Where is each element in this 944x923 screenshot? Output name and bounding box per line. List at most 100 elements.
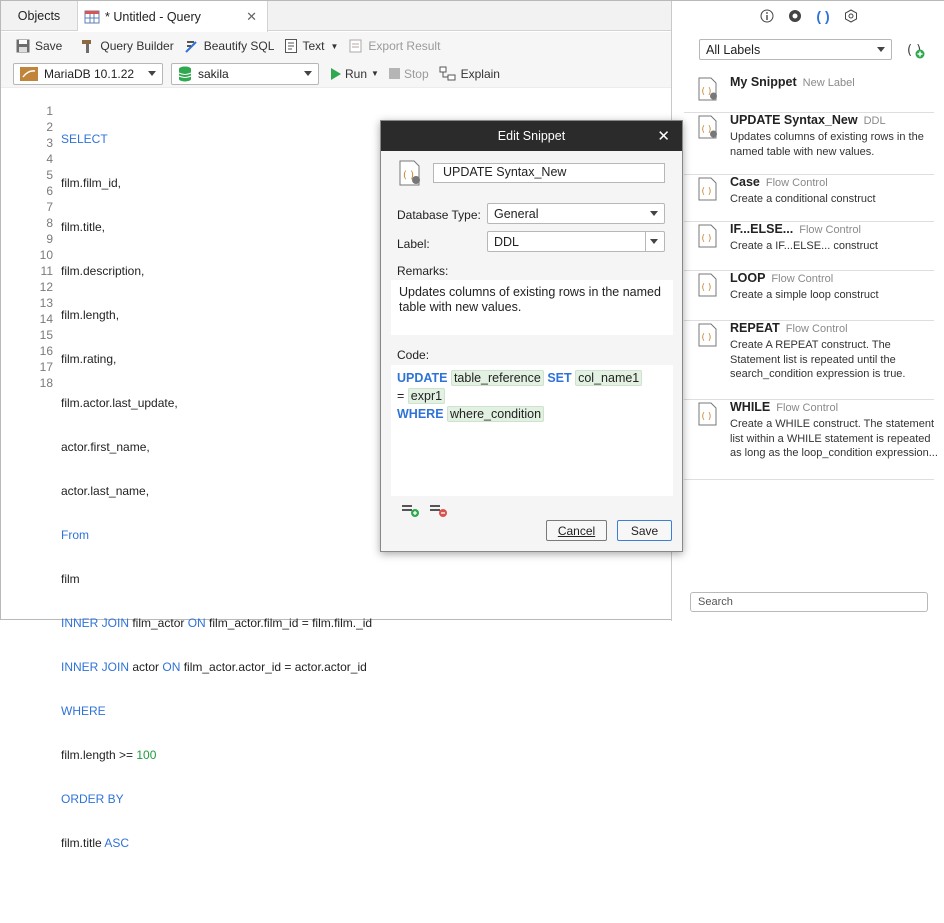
hexagon-icon[interactable] xyxy=(843,8,859,24)
placeholder-expr1[interactable]: expr1 xyxy=(407,388,446,404)
placeholder-where-condition[interactable]: where_condition xyxy=(447,406,545,422)
database-select[interactable]: sakila xyxy=(171,62,319,85)
code-line: INNER JOIN actor ON film_actor.actor_id … xyxy=(61,660,367,674)
snippet-item[interactable]: ( ) UPDATE Syntax_New DDL Updates columns o… xyxy=(684,113,934,175)
code-line: film.actor.last_update, xyxy=(61,396,178,410)
placeholder-table-reference[interactable]: table_reference xyxy=(450,370,544,386)
beautify-label: Beautify SQL xyxy=(203,39,275,53)
code-line: film.length, xyxy=(61,308,120,322)
snippet-panel: ( ) All Labels ( ) ( ) My Snippet New Labe… xyxy=(671,1,944,621)
run-button[interactable]: Run ▼ xyxy=(331,67,379,81)
snippet-title-text: REPEAT xyxy=(730,321,780,335)
beautify-sql-button[interactable]: Beautify SQL xyxy=(184,38,275,54)
eye-icon[interactable] xyxy=(787,8,803,24)
dialog-save-button[interactable]: Save xyxy=(617,520,672,541)
label-select[interactable]: DDL xyxy=(487,231,665,252)
snippet-label: DDL xyxy=(863,115,886,127)
line-number: 17 xyxy=(39,360,53,374)
save-button[interactable]: Save xyxy=(15,38,62,54)
code-line: film xyxy=(61,572,80,586)
database-type-value: General xyxy=(494,206,539,221)
database-icon xyxy=(178,66,192,81)
chevron-down-icon xyxy=(650,239,658,244)
text-label: Text xyxy=(302,39,325,53)
snippet-item[interactable]: ( ) LOOP Flow Control Create a simple loop … xyxy=(684,271,934,321)
line-number: 6 xyxy=(46,184,53,198)
line-number: 8 xyxy=(46,216,53,230)
svg-text:( ): ( ) xyxy=(702,187,712,197)
code-line: film.rating, xyxy=(61,352,117,366)
line-number: 10 xyxy=(39,248,53,262)
cancel-button[interactable]: Cancel xyxy=(546,520,607,541)
explain-icon xyxy=(439,66,456,80)
database-type-select[interactable]: General xyxy=(487,203,665,224)
snippet-item[interactable]: ( ) IF...ELSE... Flow Control Create a IF..… xyxy=(684,222,934,271)
code-line: WHERE where_condition xyxy=(397,405,667,423)
svg-text:( ): ( ) xyxy=(702,234,712,244)
dialog-save-label: Save xyxy=(630,523,659,538)
snippet-title-text: LOOP xyxy=(730,271,766,285)
close-icon[interactable]: ✕ xyxy=(657,127,670,145)
line-number: 5 xyxy=(46,168,53,182)
beautify-icon xyxy=(185,41,197,53)
explain-label: Explain xyxy=(460,66,500,81)
run-label: Run xyxy=(345,66,368,81)
query-builder-button[interactable]: Query Builder xyxy=(80,38,174,54)
add-snippet-icon[interactable]: ( ) xyxy=(906,40,926,63)
code-textarea[interactable]: UPDATE table_reference SET col_name1 = e… xyxy=(391,365,673,496)
tab-objects[interactable]: Objects xyxy=(1,1,78,31)
tab-query[interactable]: * Untitled - Query ✕ xyxy=(78,1,268,32)
code-line: UPDATE table_reference SET col_name1 xyxy=(397,369,667,387)
svg-text:( ): ( ) xyxy=(702,412,712,422)
text-menu-button[interactable]: Text ▼ xyxy=(284,38,338,54)
snippet-label: Flow Control xyxy=(771,273,834,285)
snippet-title: My Snippet New Label xyxy=(730,75,855,89)
snippet-item[interactable]: ( ) WHILE Flow Control Create a WHILE const… xyxy=(684,400,938,480)
snippet-description: Updates columns of existing rows in the … xyxy=(730,131,924,158)
snippet-file-icon: ( ) xyxy=(698,77,718,104)
svg-text:( ): ( ) xyxy=(702,333,712,343)
label-filter-select[interactable]: All Labels xyxy=(699,39,892,60)
export-result-button[interactable]: Export Result xyxy=(348,38,440,54)
snippet-title-text: IF...ELSE... xyxy=(730,222,794,236)
keyword-where: WHERE xyxy=(397,407,444,421)
export-label: Export Result xyxy=(368,39,441,53)
placeholder-col-name1[interactable]: col_name1 xyxy=(575,370,643,386)
snippet-item[interactable]: ( ) Case Flow Control Create a conditional … xyxy=(684,175,934,222)
app-window: Objects * Untitled - Query ✕ Save Query … xyxy=(0,0,944,850)
code-line: INNER JOIN film_actor ON film_actor.film… xyxy=(61,616,373,630)
line-number: 1 xyxy=(46,104,53,118)
stop-button[interactable]: Stop xyxy=(388,67,429,81)
close-tab-icon[interactable]: ✕ xyxy=(246,9,257,25)
line-number: 11 xyxy=(40,264,53,278)
sql-code[interactable]: SELECT film.film_id, film.title, film.de… xyxy=(61,103,372,923)
snippet-tab-icon[interactable]: ( ) xyxy=(815,8,831,24)
search-input[interactable]: Search xyxy=(690,592,928,612)
query-builder-label: Query Builder xyxy=(100,39,174,53)
info-icon[interactable] xyxy=(759,8,775,24)
snippet-description: Create A REPEAT construct. The Statement… xyxy=(730,339,906,380)
add-placeholder-icon[interactable] xyxy=(401,502,421,521)
code-line: WHERE xyxy=(61,704,106,718)
dialog-title: Edit Snippet xyxy=(497,129,566,143)
keyword-update: UPDATE xyxy=(397,371,448,385)
keyword-set: SET xyxy=(547,371,572,385)
connection-select[interactable]: MariaDB 10.1.22 xyxy=(13,62,163,85)
database-value: sakila xyxy=(198,66,229,81)
chevron-down-icon xyxy=(148,70,156,76)
query-table-icon xyxy=(84,10,100,23)
remarks-textarea[interactable]: Updates columns of existing rows in the … xyxy=(391,280,673,335)
code-line: film.length >= 100 xyxy=(61,748,157,762)
label-filter-value: All Labels xyxy=(706,42,761,57)
snippet-description: Create a IF...ELSE... construct xyxy=(730,240,878,252)
chevron-down-icon: ▼ xyxy=(330,41,339,51)
snippet-item[interactable]: ( ) REPEAT Flow Control Create A REPEAT con… xyxy=(684,321,934,400)
tab-query-label: * Untitled - Query xyxy=(105,9,201,24)
remove-placeholder-icon[interactable] xyxy=(429,502,449,521)
snippet-title-text: Case xyxy=(730,175,760,189)
code-line: ORDER BY xyxy=(61,792,124,806)
line-number: 15 xyxy=(39,328,53,342)
explain-button[interactable]: Explain xyxy=(439,66,500,82)
snippet-name-input[interactable]: UPDATE Syntax_New xyxy=(433,163,665,183)
snippet-item[interactable]: ( ) My Snippet New Label xyxy=(684,75,934,113)
